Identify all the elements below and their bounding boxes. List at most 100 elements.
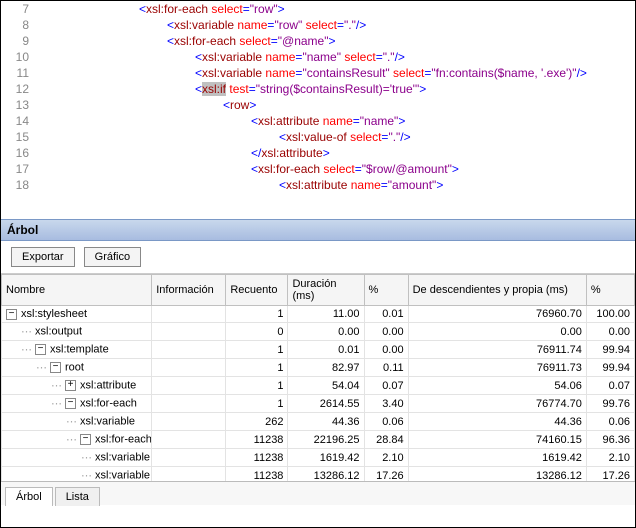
line-number: 11 [1, 65, 39, 81]
code-line[interactable]: </xsl:attribute> [39, 145, 635, 161]
cell-pct: 0.01 [364, 306, 408, 323]
cell-pct: 17.26 [364, 467, 408, 482]
collapse-icon[interactable]: − [65, 398, 76, 409]
row-label: xsl:template [50, 343, 109, 355]
cell-desc: 76911.73 [408, 359, 586, 377]
code-line[interactable]: <xsl:for-each select="row"> [39, 1, 635, 17]
code-line[interactable]: <xsl:attribute name="amount"> [39, 177, 635, 193]
line-number: 16 [1, 145, 39, 161]
grid-table: Nombre Información Recuento Duración (ms… [1, 274, 635, 481]
cell-pct: 2.10 [364, 449, 408, 467]
profiler-grid[interactable]: Nombre Información Recuento Duración (ms… [1, 274, 635, 481]
tab-tree[interactable]: Árbol [5, 487, 53, 506]
cell-count: 1 [226, 377, 288, 395]
code-line[interactable]: <xsl:value-of select="."/> [39, 129, 635, 145]
collapse-icon[interactable]: − [50, 362, 61, 373]
cell-dur: 82.97 [288, 359, 364, 377]
table-row[interactable]: ⋯−xsl:for-each12614.553.4076774.7099.76 [2, 395, 635, 413]
cell-pct2: 0.00 [586, 323, 634, 341]
export-button[interactable]: Exportar [11, 247, 75, 267]
cell-desc: 76911.74 [408, 341, 586, 359]
code-line[interactable]: <xsl:variable name="row" select="."/> [39, 17, 635, 33]
chart-button[interactable]: Gráfico [84, 247, 141, 267]
cell-dur: 11.00 [288, 306, 364, 323]
cell-pct2: 2.10 [586, 449, 634, 467]
row-label: xsl:stylesheet [21, 308, 87, 320]
line-number: 12 [1, 81, 39, 97]
line-number: 18 [1, 177, 39, 193]
cell-desc: 76774.70 [408, 395, 586, 413]
table-row[interactable]: ⋯−xsl:template10.010.0076911.7499.94 [2, 341, 635, 359]
cell-dur: 0.00 [288, 323, 364, 341]
table-row[interactable]: ⋯−xsl:for-each1123822196.2528.8474160.15… [2, 431, 635, 449]
cell-desc: 54.06 [408, 377, 586, 395]
row-label: xsl:variable [80, 415, 135, 427]
grid-header-row: Nombre Información Recuento Duración (ms… [2, 275, 635, 306]
cell-pct2: 99.94 [586, 341, 634, 359]
cell-info [152, 341, 226, 359]
col-pct2[interactable]: % [586, 275, 634, 306]
bottom-tabstrip: Árbol Lista [1, 481, 635, 505]
cell-desc: 74160.15 [408, 431, 586, 449]
cell-count: 262 [226, 413, 288, 431]
cell-info [152, 413, 226, 431]
cell-pct2: 99.76 [586, 395, 634, 413]
code-line[interactable]: <row> [39, 97, 635, 113]
cell-info [152, 395, 226, 413]
col-info[interactable]: Información [152, 275, 226, 306]
collapse-icon[interactable]: − [80, 434, 91, 445]
table-row[interactable]: ⋯xsl:variable112381619.422.101619.422.10 [2, 449, 635, 467]
cell-count: 11238 [226, 449, 288, 467]
cell-count: 11238 [226, 467, 288, 482]
cell-desc: 44.36 [408, 413, 586, 431]
cell-pct: 0.11 [364, 359, 408, 377]
cell-dur: 0.01 [288, 341, 364, 359]
code-line[interactable]: <xsl:attribute name="name"> [39, 113, 635, 129]
cell-dur: 22196.25 [288, 431, 364, 449]
code-editor[interactable]: 7<xsl:for-each select="row">8<xsl:variab… [1, 1, 635, 219]
code-line[interactable]: <xsl:for-each select="$row/@amount"> [39, 161, 635, 177]
line-number: 13 [1, 97, 39, 113]
code-line[interactable]: <xsl:if test="string($containsResult)='t… [39, 81, 635, 97]
cell-info [152, 467, 226, 482]
cell-info [152, 359, 226, 377]
collapse-icon[interactable]: − [6, 309, 17, 320]
cell-dur: 44.36 [288, 413, 364, 431]
line-number: 15 [1, 129, 39, 145]
expand-icon[interactable]: + [65, 380, 76, 391]
cell-pct: 0.06 [364, 413, 408, 431]
code-lines: 7<xsl:for-each select="row">8<xsl:variab… [1, 1, 635, 193]
col-count[interactable]: Recuento [226, 275, 288, 306]
cell-count: 1 [226, 395, 288, 413]
row-label: xsl:attribute [80, 379, 136, 391]
table-row[interactable]: ⋯xsl:variable1123813286.1217.2613286.121… [2, 467, 635, 482]
table-row[interactable]: ⋯xsl:output00.000.000.000.00 [2, 323, 635, 341]
cell-pct2: 0.06 [586, 413, 634, 431]
cell-pct: 0.07 [364, 377, 408, 395]
cell-count: 11238 [226, 431, 288, 449]
cell-desc: 1619.42 [408, 449, 586, 467]
table-row[interactable]: ⋯+xsl:attribute154.040.0754.060.07 [2, 377, 635, 395]
tab-list[interactable]: Lista [55, 487, 100, 506]
col-dur[interactable]: Duración (ms) [288, 275, 364, 306]
collapse-icon[interactable]: − [35, 344, 46, 355]
cell-info [152, 449, 226, 467]
table-row[interactable]: ⋯−root182.970.1176911.7399.94 [2, 359, 635, 377]
line-number: 7 [1, 1, 39, 17]
row-label: xsl:for-each [80, 397, 137, 409]
row-label: xsl:output [35, 325, 82, 337]
col-pct[interactable]: % [364, 275, 408, 306]
cell-info [152, 431, 226, 449]
code-line[interactable]: <xsl:variable name="containsResult" sele… [39, 65, 635, 81]
table-row[interactable]: −xsl:stylesheet111.000.0176960.70100.00 [2, 306, 635, 323]
col-name[interactable]: Nombre [2, 275, 152, 306]
code-line[interactable]: <xsl:for-each select="@name"> [39, 33, 635, 49]
code-line[interactable]: <xsl:variable name="name" select="."/> [39, 49, 635, 65]
col-desc[interactable]: De descendientes y propia (ms) [408, 275, 586, 306]
cell-dur: 1619.42 [288, 449, 364, 467]
cell-count: 0 [226, 323, 288, 341]
line-number: 10 [1, 49, 39, 65]
cell-dur: 2614.55 [288, 395, 364, 413]
table-row[interactable]: ⋯xsl:variable26244.360.0644.360.06 [2, 413, 635, 431]
cell-desc: 76960.70 [408, 306, 586, 323]
